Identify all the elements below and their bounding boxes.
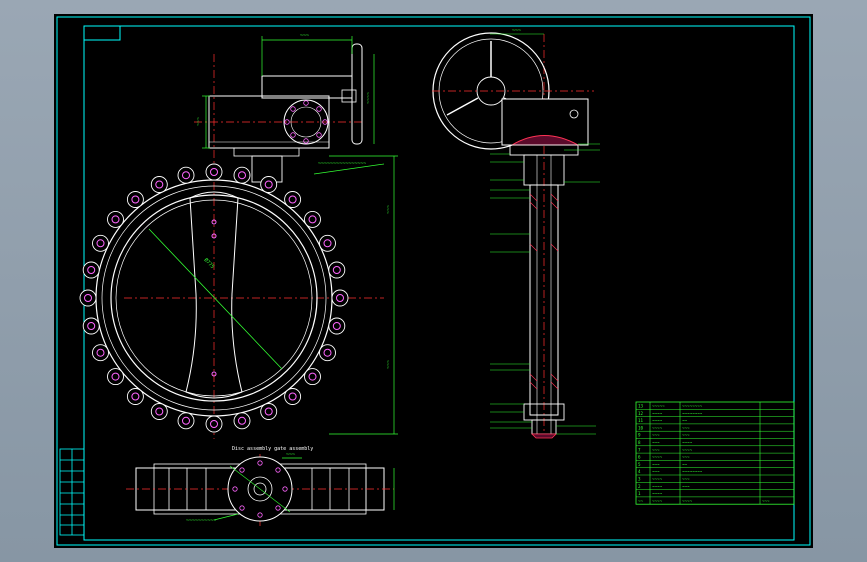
lug xyxy=(126,191,144,208)
gearbox-top xyxy=(261,75,353,99)
parts-list-cell: 8 xyxy=(638,440,641,445)
parts-list-cell: 6 xyxy=(638,455,641,460)
parts-list-cell: ~~~ xyxy=(682,425,690,430)
lug xyxy=(233,166,251,184)
parts-list-cell: ~~~~ xyxy=(652,491,663,496)
lug xyxy=(328,317,346,335)
parts-list-cell: ~~~~ xyxy=(652,484,663,489)
parts-list-cell: 11 xyxy=(638,418,644,423)
side-body xyxy=(529,184,559,416)
lug xyxy=(150,176,168,193)
parts-list-cell: 2 xyxy=(638,484,641,489)
parts-list-cell: ~~~~ xyxy=(652,498,663,503)
parts-list-cell: ~~~~ xyxy=(682,498,693,503)
parts-list-cell: ~~~~ xyxy=(652,411,663,416)
parts-list-cell: 10 xyxy=(638,425,644,430)
lug xyxy=(150,403,168,420)
lug xyxy=(126,388,144,405)
lug xyxy=(205,163,223,181)
lug xyxy=(82,261,100,279)
parts-list-cell: ~~~ xyxy=(652,447,660,452)
lug xyxy=(304,368,321,386)
side-width-dim: ~~~ xyxy=(512,28,521,34)
parts-list-cell: ~~~ xyxy=(652,440,660,445)
parts-list-cell: ~~ xyxy=(638,498,644,503)
parts-list-cell: ~~~ xyxy=(682,484,690,489)
lug xyxy=(92,234,109,252)
lug xyxy=(319,344,336,362)
parts-list-cell: 3 xyxy=(638,477,641,482)
parts-list-cell: ~~~ xyxy=(682,433,690,438)
parts-list: 13 ~~~~~ ~~~~~~~~12 ~~~~ ~~~~~~~~11 ~~~~ ~~10 ~… xyxy=(635,401,795,505)
parts-list-cell: ~~~~ xyxy=(652,425,663,430)
parts-list-cell: ~~~~ xyxy=(652,477,663,482)
lug xyxy=(304,210,321,228)
svg-text:~~~: ~~~ xyxy=(196,117,202,126)
parts-list-cell: 7 xyxy=(638,447,641,452)
parts-list-cell: ~~~~~~~~ xyxy=(682,404,703,409)
lug xyxy=(92,344,109,362)
lug xyxy=(82,317,100,335)
lug xyxy=(233,412,251,430)
parts-list-cell: ~~~~ xyxy=(682,447,693,452)
parts-list-cell: ~~~ xyxy=(682,455,690,460)
parts-list-cell: ~~~~ xyxy=(682,440,693,445)
lug xyxy=(177,412,195,430)
lug xyxy=(205,415,223,433)
svg-text:~~~~: ~~~~ xyxy=(366,92,372,104)
revision-strip xyxy=(59,448,85,536)
parts-list-cell: 1 xyxy=(638,491,641,496)
svg-text:~~~: ~~~ xyxy=(386,360,392,369)
parts-list-cell: ~~~ xyxy=(762,498,770,503)
parts-list-cell: ~~~~~~~~ xyxy=(682,469,703,474)
lug xyxy=(107,368,124,386)
lug xyxy=(284,191,302,208)
lug xyxy=(331,289,349,307)
disc-assembly-label: Disc assembly gate assembly xyxy=(232,446,313,452)
bottom-note: ~~~~~~~~~~ xyxy=(186,518,216,524)
corner-tag-box xyxy=(83,25,121,41)
lug xyxy=(177,166,195,184)
lug xyxy=(79,289,97,307)
inner-frame xyxy=(83,25,795,541)
lug xyxy=(284,388,302,405)
butterfly-valve-drawing: Ø775 ~~~ ~~~ ~~~~ ~~~ ~~~ ~~~~~~~~~~~~~~… xyxy=(56,16,811,546)
parts-list-cell: 13 xyxy=(638,404,644,409)
parts-list-cell: ~~ xyxy=(682,418,688,423)
parts-list-cell: ~~ xyxy=(682,462,688,467)
parts-list-cell: ~~~ xyxy=(652,462,660,467)
side-view: ~~~ xyxy=(432,28,600,439)
parts-list-cell: ~~~ xyxy=(652,469,660,474)
front-view: Ø775 ~~~ ~~~ ~~~~ ~~~ ~~~ ~~~~~~~~~~~~~~… xyxy=(79,33,398,439)
parts-list-cell: ~~~~ xyxy=(652,455,663,460)
parts-list-cell: 12 xyxy=(638,411,644,416)
parts-list-cell: ~~~~~~~~ xyxy=(682,411,703,416)
parts-list-cell: 4 xyxy=(638,469,641,474)
lug xyxy=(107,210,124,228)
parts-list-cell: ~~~~ xyxy=(652,418,663,423)
svg-text:~~~: ~~~ xyxy=(386,205,392,214)
lug xyxy=(328,261,346,279)
cad-viewport[interactable]: Ø775 ~~~ ~~~ ~~~~ ~~~ ~~~ ~~~~~~~~~~~~~~… xyxy=(54,14,813,548)
handwheel-edge xyxy=(351,43,363,145)
bottom-tag: ~~~ xyxy=(286,452,295,458)
parts-list-cell: 9 xyxy=(638,433,641,438)
bottom-view: Disc assembly gate assembly ~~~ ~~~~~~~~… xyxy=(126,446,395,528)
parts-list-cell: ~~~ xyxy=(652,433,660,438)
parts-list-cell: ~~~~~ xyxy=(652,404,665,409)
bolt-note: ~~~~~~~~~~~~~~~~ xyxy=(318,161,366,167)
lug xyxy=(319,234,336,252)
lug xyxy=(260,176,278,193)
parts-list-cell: ~~~ xyxy=(682,477,690,482)
lug xyxy=(260,403,278,420)
front-width-dim: ~~~ xyxy=(300,33,309,39)
parts-list-cell: 5 xyxy=(638,462,641,467)
